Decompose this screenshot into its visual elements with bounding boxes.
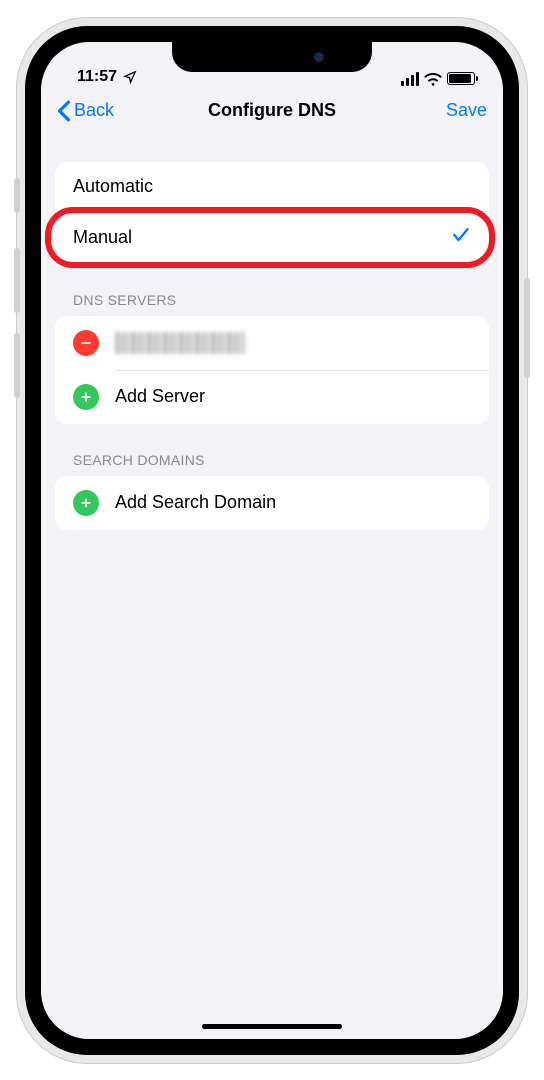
add-search-domain-label: Add Search Domain (115, 492, 471, 513)
volume-up-button (14, 248, 20, 313)
silence-switch (14, 178, 20, 213)
home-indicator[interactable] (202, 1024, 342, 1029)
search-domains-header: SEARCH DOMAINS (55, 452, 489, 476)
checkmark-icon (451, 225, 471, 250)
back-button[interactable]: Back (57, 100, 114, 122)
cellular-signal-icon (401, 72, 419, 86)
phone-bezel: 11:57 Back Configure DNS Save (25, 26, 519, 1055)
option-label: Manual (73, 227, 451, 248)
nav-bar: Back Configure DNS Save (41, 86, 503, 136)
dns-mode-list: Automatic Manual (55, 162, 489, 264)
dns-servers-list: Add Server (55, 316, 489, 424)
power-button (524, 278, 530, 378)
screen: 11:57 Back Configure DNS Save (41, 42, 503, 1039)
save-button[interactable]: Save (446, 100, 487, 121)
dns-servers-header: DNS SERVERS (55, 292, 489, 316)
remove-server-button[interactable] (73, 330, 99, 356)
battery-icon (447, 72, 475, 85)
search-domains-list: Add Search Domain (55, 476, 489, 530)
minus-icon (79, 336, 93, 350)
content-area: Automatic Manual DNS SERVERS (41, 136, 503, 530)
dns-server-row[interactable] (55, 316, 489, 370)
volume-down-button (14, 333, 20, 398)
add-server-button[interactable] (73, 384, 99, 410)
dns-server-address-redacted (115, 332, 245, 354)
phone-frame: 11:57 Back Configure DNS Save (17, 18, 527, 1063)
dns-mode-manual[interactable]: Manual (55, 211, 489, 264)
chevron-left-icon (57, 100, 71, 122)
option-label: Automatic (73, 176, 471, 197)
back-label: Back (74, 100, 114, 121)
add-search-domain-row[interactable]: Add Search Domain (55, 476, 489, 530)
location-icon (123, 70, 137, 84)
page-title: Configure DNS (208, 100, 336, 121)
add-search-domain-button[interactable] (73, 490, 99, 516)
notch (172, 42, 372, 72)
plus-icon (79, 390, 93, 404)
add-server-row[interactable]: Add Server (55, 370, 489, 424)
status-time: 11:57 (77, 68, 117, 86)
add-server-label: Add Server (115, 386, 471, 407)
dns-mode-automatic[interactable]: Automatic (55, 162, 489, 211)
wifi-icon (424, 72, 442, 86)
plus-icon (79, 496, 93, 510)
